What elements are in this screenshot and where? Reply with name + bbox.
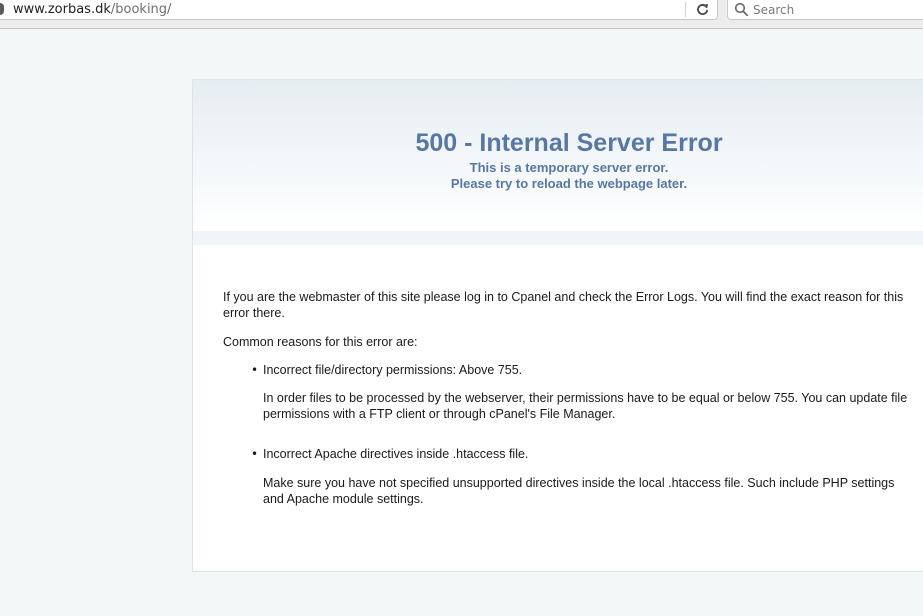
error-subtitle-line-1: This is a temporary server error. [469,160,669,175]
search-input[interactable] [752,1,921,18]
reason-detail: In order files to be processed by the we… [263,391,908,421]
reload-icon [696,3,708,15]
reload-button[interactable] [692,1,712,18]
webmaster-intro: If you are the webmaster of this site pl… [223,290,904,320]
search-bar[interactable] [727,0,923,20]
error-title: 500 - Internal Server Error [415,129,723,157]
error-subtitle-line-2: Please try to reload the webpage later. [450,176,688,191]
site-info-icon[interactable] [0,3,4,15]
address-bar[interactable]: www.zorbas.dk/booking/ [0,0,718,20]
list-bullet: • [251,363,259,377]
address-text[interactable]: www.zorbas.dk/booking/ [13,2,171,18]
reason-title: Incorrect file/directory permissions: Ab… [263,363,523,377]
browser-toolbar: www.zorbas.dk/booking/ [0,0,923,29]
common-reasons-heading: Common reasons for this error are: [223,335,418,349]
url-path: /booking/ [110,2,172,17]
list-bullet: • [251,447,259,461]
address-bar-divider [685,2,686,17]
search-icon [734,2,749,17]
url-domain: www.zorbas.dk [13,2,111,17]
header-separator [193,231,923,245]
reason-title: Incorrect Apache directives inside .htac… [263,447,529,461]
error-panel: 500 - Internal Server Error This is a te… [192,79,923,572]
reason-detail: Make sure you have not specified unsuppo… [263,476,895,506]
